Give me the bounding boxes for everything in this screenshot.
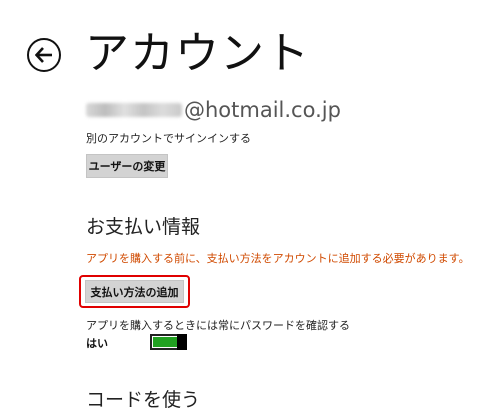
add-payment-method-button[interactable]: 支払い方法の追加 [85, 280, 184, 303]
email-username-redacted [86, 103, 182, 117]
back-button[interactable] [27, 38, 61, 72]
change-user-button[interactable]: ユーザーの変更 [86, 154, 168, 178]
redeem-code-heading: コードを使う [86, 389, 201, 410]
payment-warning-text: アプリを購入する前に、支払い方法をアカウントに追加する必要があります。 [86, 252, 470, 265]
toggle-fill [153, 337, 178, 347]
password-toggle-switch[interactable] [150, 334, 187, 350]
email-domain: @hotmail.co.jp [184, 98, 341, 122]
password-setting-label: アプリを購入するときには常にパスワードを確認する [86, 319, 350, 332]
toggle-knob[interactable] [177, 334, 187, 350]
account-email: @hotmail.co.jp [86, 96, 341, 124]
payment-info-heading: お支払い情報 [86, 216, 201, 238]
back-arrow-icon [35, 47, 52, 63]
page-title: アカウント [85, 28, 310, 79]
account-settings-page: アカウント @hotmail.co.jp 別のアカウントでサインインする ユーザ… [0, 0, 500, 410]
toggle-state-label: はい [86, 337, 108, 350]
switch-account-text: 別のアカウントでサインインする [86, 132, 251, 145]
